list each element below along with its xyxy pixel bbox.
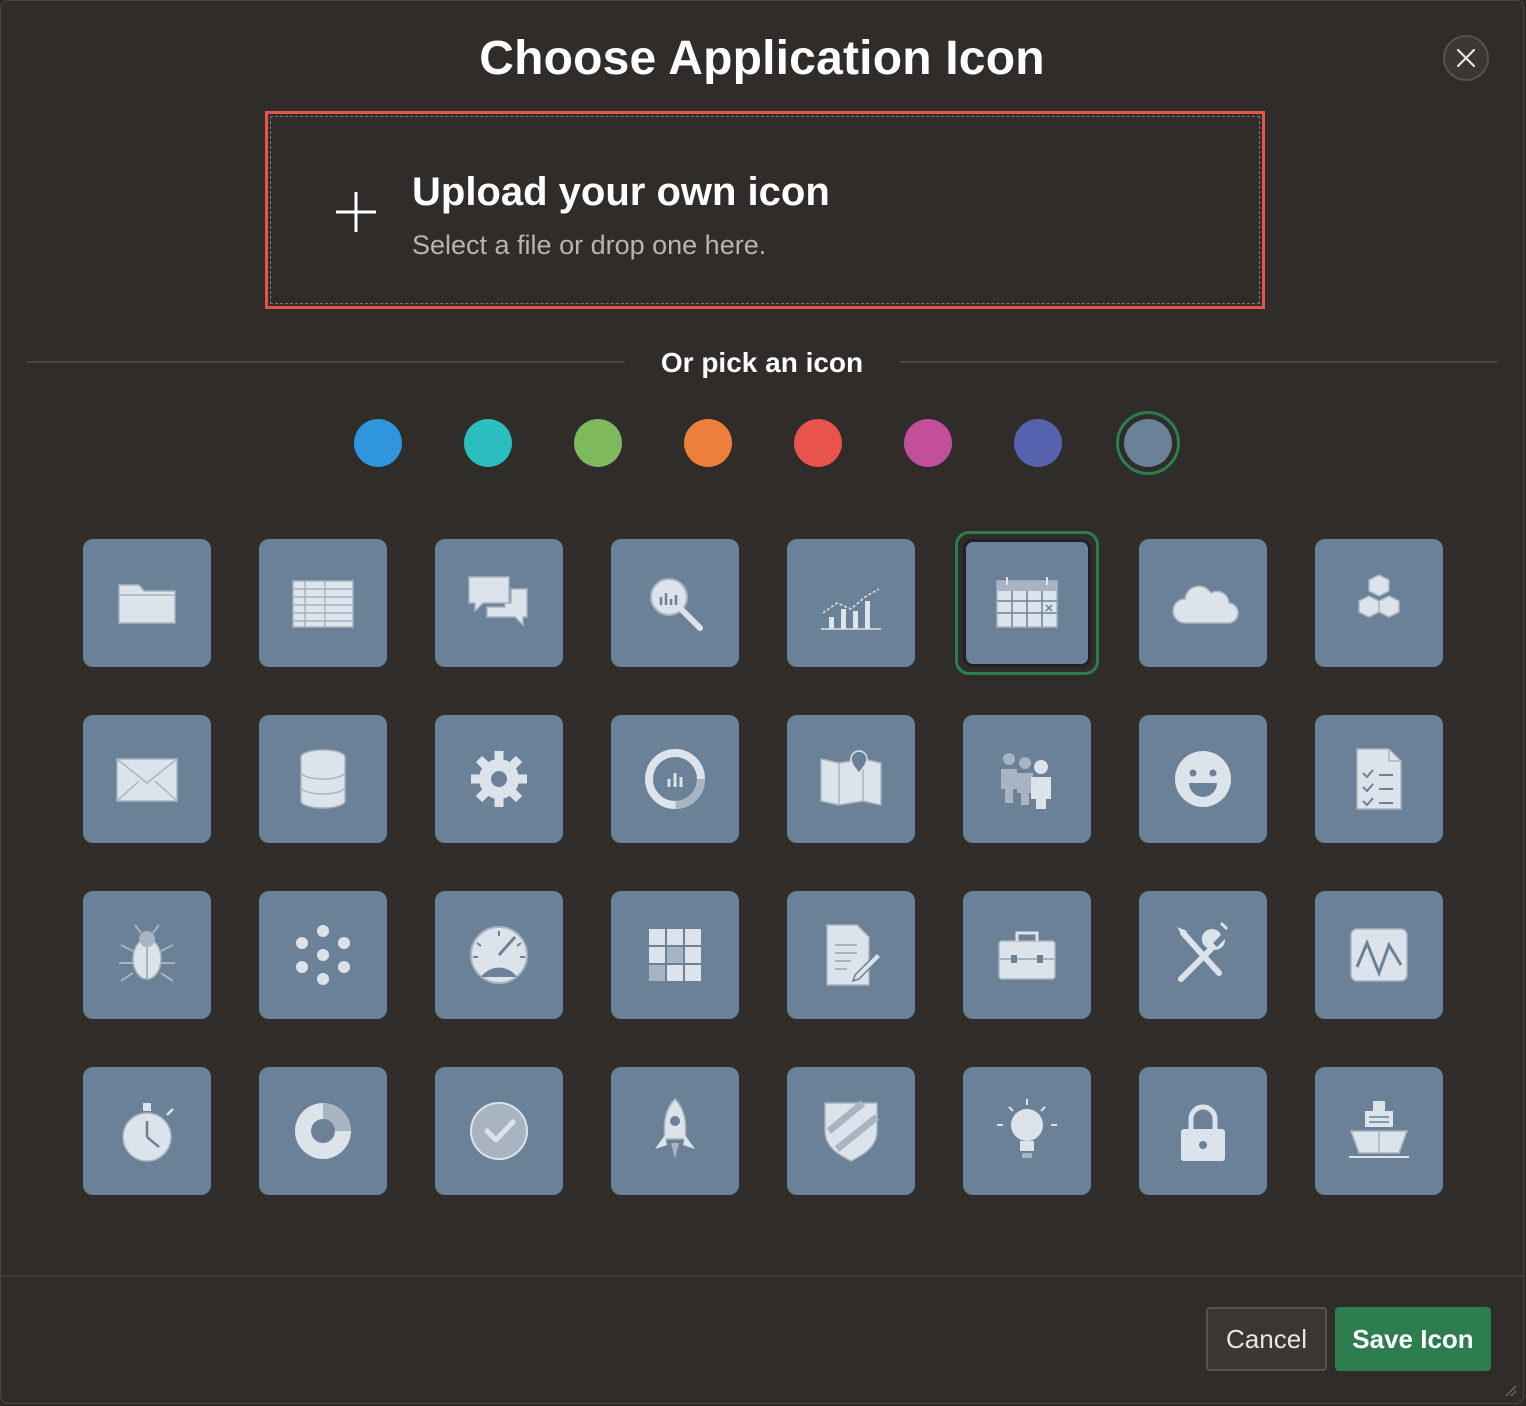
folder-icon [118, 584, 176, 624]
lightbulb-icon [997, 1099, 1057, 1158]
icon-tile[interactable] [963, 1067, 1091, 1195]
icon-tile[interactable] [259, 1067, 387, 1195]
smiley-icon [1175, 751, 1231, 807]
icon-tile[interactable] [787, 1067, 915, 1195]
stopwatch-icon [122, 1103, 174, 1162]
briefcase-icon [998, 931, 1056, 980]
mail-icon [116, 758, 178, 802]
icon-tile[interactable] [435, 891, 563, 1019]
shield-icon [824, 1100, 880, 1162]
checklist-icon [1356, 748, 1402, 810]
check-circle-icon [470, 1102, 528, 1160]
edit-document-icon [826, 924, 883, 986]
map-icon [820, 750, 882, 806]
color-swatch-selected[interactable] [1116, 411, 1180, 475]
icon-tile[interactable] [611, 891, 739, 1019]
icon-tile[interactable] [963, 891, 1091, 1019]
color-swatch[interactable] [464, 419, 512, 467]
waveform-icon [1350, 928, 1408, 982]
calendar-icon [996, 577, 1058, 628]
icon-tile[interactable] [435, 715, 563, 843]
choose-icon-dialog: Choose Application Icon Upload your own … [0, 0, 1524, 1404]
dots-cluster-icon [296, 925, 350, 985]
icon-tile[interactable] [1315, 715, 1443, 843]
pie-chart-icon [295, 1103, 351, 1159]
search-chart-icon [650, 578, 703, 631]
icon-tile[interactable] [787, 715, 915, 843]
icon-tile[interactable] [435, 1067, 563, 1195]
save-icon-button[interactable]: Save Icon [1335, 1307, 1491, 1371]
dialog-title: Choose Application Icon [479, 32, 1045, 85]
cancel-button[interactable]: Cancel [1206, 1307, 1327, 1371]
icon-tile[interactable] [83, 891, 211, 1019]
upload-dropzone[interactable]: Upload your own icon Select a file or dr… [265, 111, 1265, 309]
database-icon [300, 749, 346, 809]
gear-icon [471, 751, 527, 807]
cubes-icon [1358, 574, 1400, 618]
donut-gauge-icon [645, 749, 705, 809]
speedometer-icon [470, 926, 528, 984]
color-swatch[interactable] [794, 419, 842, 467]
icon-tile[interactable] [1139, 539, 1267, 667]
icon-tile[interactable] [1139, 891, 1267, 1019]
spreadsheet-icon [292, 580, 354, 628]
color-swatch[interactable] [354, 419, 402, 467]
chat-icon [468, 576, 528, 627]
icon-tile[interactable] [1315, 891, 1443, 1019]
cloud-icon [1172, 585, 1239, 624]
icon-tile[interactable] [787, 539, 915, 667]
icon-tile[interactable] [611, 1067, 739, 1195]
icon-tile[interactable] [83, 1067, 211, 1195]
ship-icon [1349, 1101, 1409, 1158]
close-button[interactable] [1443, 35, 1489, 81]
icon-tile[interactable] [963, 539, 1091, 667]
icon-tile[interactable] [963, 715, 1091, 843]
grid-icon [649, 929, 701, 981]
color-swatch[interactable] [904, 419, 952, 467]
icon-tile[interactable] [611, 715, 739, 843]
icon-tile[interactable] [1139, 1067, 1267, 1195]
color-swatch[interactable] [1014, 419, 1062, 467]
tools-icon [1177, 921, 1229, 982]
upload-title: Upload your own icon [412, 170, 830, 214]
icon-tile[interactable] [259, 891, 387, 1019]
upload-subtitle: Select a file or drop one here. [412, 230, 767, 260]
resize-grip-icon[interactable] [1501, 1381, 1517, 1397]
pick-icon-label: Or pick an icon [660, 347, 864, 378]
icon-tile[interactable] [1315, 539, 1443, 667]
plus-icon [336, 192, 376, 232]
rocket-icon [655, 1097, 695, 1159]
icon-tile[interactable] [83, 715, 211, 843]
icon-tile[interactable] [787, 891, 915, 1019]
footer-divider [1, 1275, 1523, 1277]
people-icon [1001, 753, 1051, 809]
color-swatch[interactable] [684, 419, 732, 467]
icon-tile[interactable] [1315, 1067, 1443, 1195]
icon-tile[interactable] [435, 539, 563, 667]
lock-icon [1181, 1104, 1225, 1161]
icon-tile[interactable] [259, 715, 387, 843]
bug-icon [119, 924, 175, 982]
color-swatch-dot [1124, 419, 1172, 467]
color-swatch[interactable] [574, 419, 622, 467]
icon-tile[interactable] [1139, 715, 1267, 843]
icon-tile[interactable] [259, 539, 387, 667]
icon-tile[interactable] [83, 539, 211, 667]
close-icon [1456, 48, 1476, 68]
icon-tile[interactable] [611, 539, 739, 667]
line-bar-chart-icon [821, 588, 881, 630]
